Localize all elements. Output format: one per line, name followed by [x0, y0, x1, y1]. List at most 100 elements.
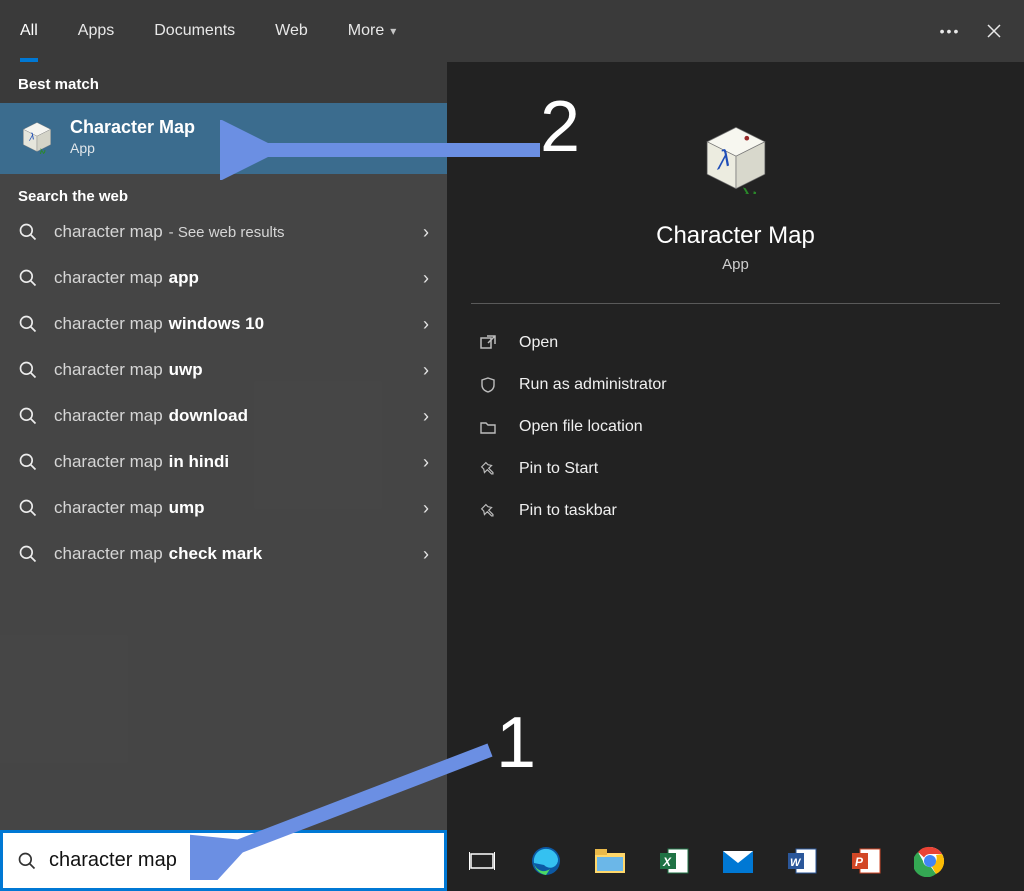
best-match-subtitle: App [70, 140, 195, 156]
open-icon [477, 334, 499, 352]
action-open-location[interactable]: Open file location [457, 406, 1014, 448]
preview-title: Character Map [656, 222, 815, 250]
taskbar: X W P [447, 830, 1024, 891]
preview-pane: λ א Character Map App Open Run as admini… [447, 62, 1024, 830]
search-icon [18, 360, 38, 380]
web-result-item[interactable]: character map - See web results › [0, 209, 447, 255]
svg-text:א: א [741, 179, 757, 194]
web-result-prefix: character map [54, 314, 163, 334]
chevron-right-icon: › [423, 268, 429, 289]
close-button[interactable] [972, 9, 1016, 53]
search-icon [18, 314, 38, 334]
chevron-right-icon: › [423, 452, 429, 473]
preview-actions: Open Run as administrator Open file loca… [447, 304, 1024, 550]
svg-text:λ: λ [28, 131, 34, 144]
pin-icon [477, 502, 499, 520]
search-icon [18, 268, 38, 288]
tab-documents[interactable]: Documents [134, 0, 255, 62]
chevron-right-icon: › [423, 222, 429, 243]
web-result-bold: ump [169, 498, 205, 518]
taskbar-chrome-icon[interactable] [911, 842, 949, 880]
taskbar-mail-icon[interactable] [719, 842, 757, 880]
web-results-list: character map - See web results › charac… [0, 209, 447, 577]
search-icon [18, 222, 38, 242]
preview-subtitle: App [722, 256, 749, 273]
web-result-prefix: character map [54, 544, 163, 564]
web-result-prefix: character map [54, 268, 163, 288]
search-tab-bar: All Apps Documents Web More ▾ ••• [0, 0, 1024, 62]
web-result-suffix: - See web results [169, 224, 285, 241]
tab-more[interactable]: More ▾ [328, 0, 416, 62]
web-result-item[interactable]: character map uwp › [0, 347, 447, 393]
action-label: Open file location [519, 418, 643, 436]
action-label: Pin to Start [519, 460, 598, 478]
taskbar-taskview-icon[interactable] [463, 842, 501, 880]
web-result-prefix: character map [54, 452, 163, 472]
best-match-title: Character Map [70, 117, 195, 138]
tab-all-label: All [20, 22, 38, 40]
web-result-item[interactable]: character map windows 10 › [0, 301, 447, 347]
action-label: Pin to taskbar [519, 502, 617, 520]
action-label: Run as administrator [519, 376, 667, 394]
tab-all[interactable]: All [0, 0, 58, 62]
web-result-item[interactable]: character map check mark › [0, 531, 447, 577]
taskbar-explorer-icon[interactable] [591, 842, 629, 880]
chevron-right-icon: › [423, 406, 429, 427]
more-options-button[interactable]: ••• [928, 9, 972, 53]
action-label: Open [519, 334, 558, 352]
best-match-result[interactable]: λ א Character Map App [0, 103, 447, 174]
svg-text:W: W [790, 857, 802, 869]
svg-text:א: א [40, 146, 47, 153]
web-result-prefix: character map [54, 360, 163, 380]
taskbar-excel-icon[interactable]: X [655, 842, 693, 880]
web-result-bold: download [169, 406, 248, 426]
web-result-bold: app [169, 268, 199, 288]
results-pane: Best match λ א Character Map App Searc [0, 62, 447, 830]
taskbar-edge-icon[interactable] [527, 842, 565, 880]
web-result-item[interactable]: character map in hindi › [0, 439, 447, 485]
web-result-item[interactable]: character map ump › [0, 485, 447, 531]
tab-more-label: More [348, 22, 384, 40]
web-result-bold: windows 10 [169, 314, 264, 334]
web-result-prefix: character map [54, 498, 163, 518]
web-result-item[interactable]: character map app › [0, 255, 447, 301]
search-input[interactable] [49, 849, 430, 872]
tab-apps-label: Apps [78, 22, 114, 40]
tab-apps[interactable]: Apps [58, 0, 134, 62]
web-result-bold: uwp [169, 360, 203, 380]
folder-icon [477, 418, 499, 436]
charmap-app-icon: λ א [20, 120, 54, 154]
svg-text:P: P [855, 855, 864, 869]
tab-documents-label: Documents [154, 22, 235, 40]
search-web-header: Search the web [0, 174, 447, 209]
search-box[interactable] [0, 830, 447, 891]
web-result-prefix: character map [54, 222, 163, 242]
close-icon [986, 23, 1002, 39]
pin-icon [477, 460, 499, 478]
action-pin-taskbar[interactable]: Pin to taskbar [457, 490, 1014, 532]
web-result-bold: check mark [169, 544, 263, 564]
web-result-bold: in hindi [169, 452, 229, 472]
search-icon [18, 498, 38, 518]
web-result-item[interactable]: character map download › [0, 393, 447, 439]
svg-text:λ: λ [716, 142, 730, 176]
tab-web-label: Web [275, 22, 308, 40]
search-icon [17, 851, 37, 871]
taskbar-word-icon[interactable]: W [783, 842, 821, 880]
search-icon [18, 406, 38, 426]
shield-icon [477, 376, 499, 394]
preview-app-icon: λ א [700, 122, 772, 194]
taskbar-powerpoint-icon[interactable]: P [847, 842, 885, 880]
search-icon [18, 544, 38, 564]
chevron-down-icon: ▾ [390, 24, 396, 38]
action-pin-start[interactable]: Pin to Start [457, 448, 1014, 490]
chevron-right-icon: › [423, 314, 429, 335]
action-open[interactable]: Open [457, 322, 1014, 364]
tab-web[interactable]: Web [255, 0, 328, 62]
search-icon [18, 452, 38, 472]
best-match-header: Best match [0, 62, 447, 103]
chevron-right-icon: › [423, 498, 429, 519]
web-result-prefix: character map [54, 406, 163, 426]
action-run-admin[interactable]: Run as administrator [457, 364, 1014, 406]
svg-text:X: X [662, 855, 672, 869]
